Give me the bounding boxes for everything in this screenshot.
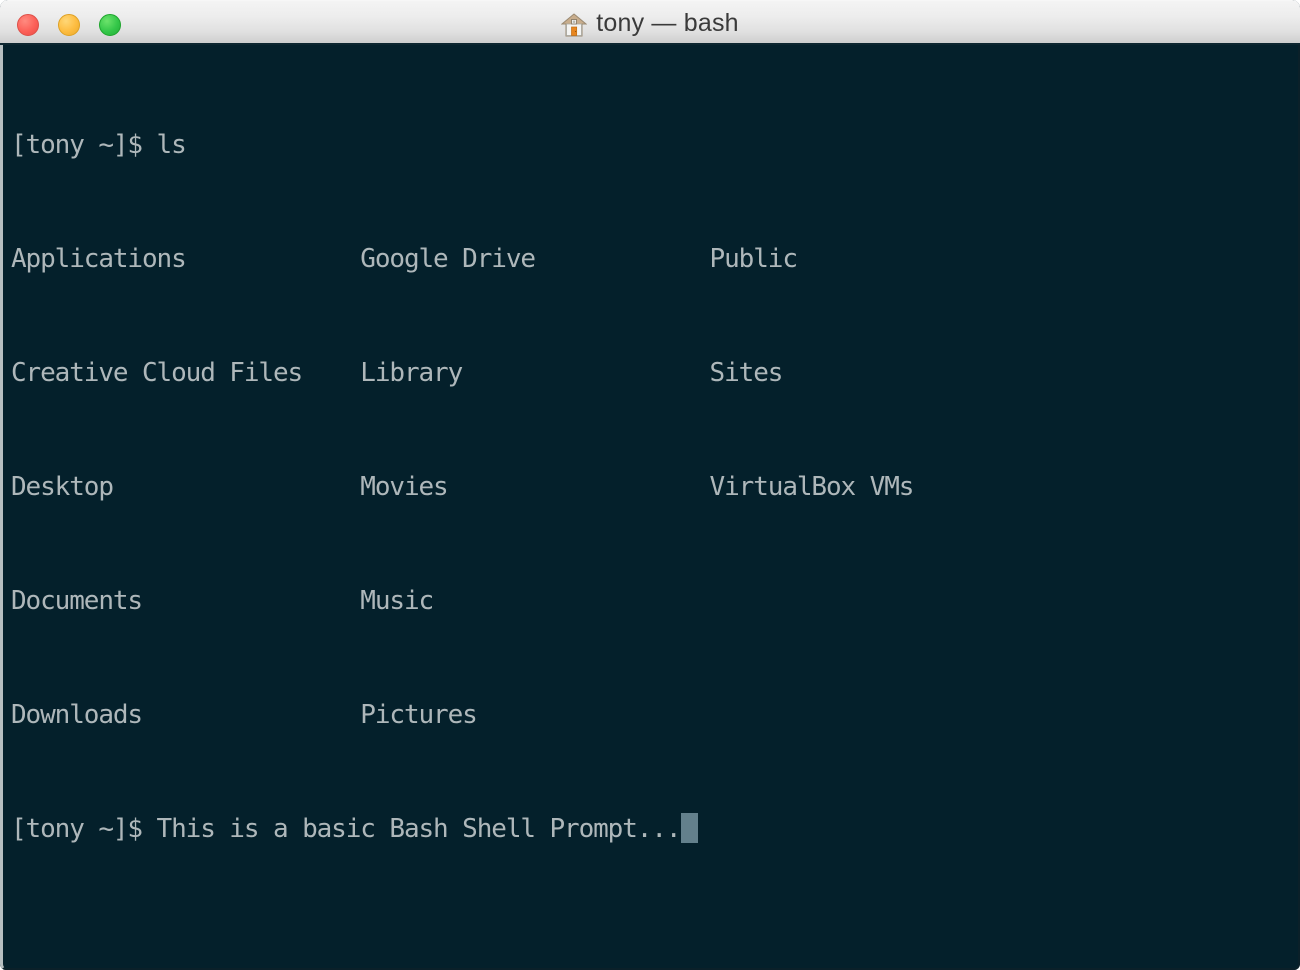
terminal-line: Documents Music — [11, 586, 434, 616]
terminal-cursor — [681, 813, 699, 843]
close-button[interactable] — [17, 14, 39, 36]
terminal-line: Applications Google Drive Public — [11, 244, 798, 274]
terminal-body[interactable]: [tony ~]$ ls Applications Google Drive P… — [0, 45, 1300, 970]
minimize-button[interactable] — [58, 14, 80, 36]
terminal-window: tony — bash [tony ~]$ ls Applications Go… — [0, 0, 1300, 970]
terminal-line: Downloads Pictures — [11, 700, 478, 730]
home-icon — [560, 12, 588, 38]
terminal-line: Creative Cloud Files Library Sites — [11, 358, 783, 388]
terminal-screen[interactable]: [tony ~]$ ls Applications Google Drive P… — [11, 50, 1298, 968]
window-title: tony — bash — [596, 9, 739, 37]
terminal-line: Desktop Movies VirtualBox VMs — [11, 472, 914, 502]
prompt-text: [tony ~]$ This is a basic Bash Shell Pro… — [11, 814, 682, 844]
maximize-button[interactable] — [99, 14, 121, 36]
terminal-line: [tony ~]$ ls — [11, 130, 187, 160]
window-titlebar[interactable]: tony — bash — [0, 0, 1300, 45]
window-title-area: tony — bash — [0, 1, 1300, 46]
terminal-prompt-line: [tony ~]$ This is a basic Bash Shell Pro… — [11, 810, 1298, 848]
window-controls — [17, 14, 121, 36]
